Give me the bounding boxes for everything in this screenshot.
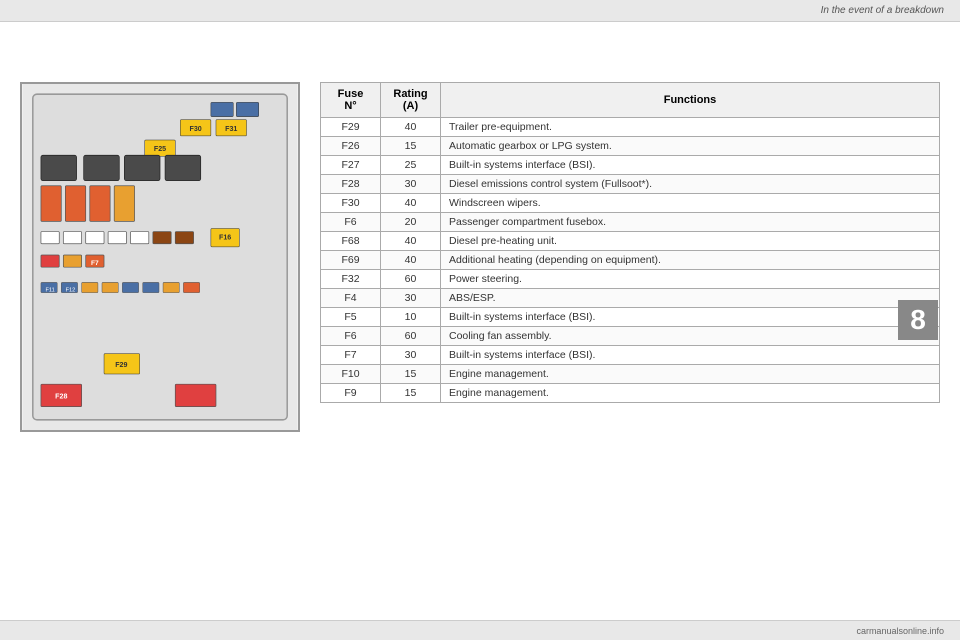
- cell-fuse: F32: [321, 270, 381, 289]
- cell-rating: 60: [381, 327, 441, 346]
- cell-function: Automatic gearbox or LPG system.: [441, 137, 940, 156]
- cell-fuse: F68: [321, 232, 381, 251]
- table-row: F660Cooling fan assembly.: [321, 327, 940, 346]
- cell-function: Passenger compartment fusebox.: [441, 213, 940, 232]
- col-header-rating: Rating(A): [381, 83, 441, 118]
- cell-function: Diesel emissions control system (Fullsoo…: [441, 175, 940, 194]
- fuse-box-diagram: F30 F31 F25 F16: [20, 82, 300, 432]
- table-row: F2615Automatic gearbox or LPG system.: [321, 137, 940, 156]
- cell-rating: 40: [381, 118, 441, 137]
- svg-text:F31: F31: [225, 125, 237, 133]
- table-row: F2725Built-in systems interface (BSI).: [321, 156, 940, 175]
- cell-fuse: F10: [321, 365, 381, 384]
- header-title: In the event of a breakdown: [821, 5, 944, 16]
- cell-function: Cooling fan assembly.: [441, 327, 940, 346]
- cell-rating: 10: [381, 308, 441, 327]
- svg-text:F11: F11: [45, 288, 54, 294]
- cell-rating: 40: [381, 251, 441, 270]
- cell-function: Additional heating (depending on equipme…: [441, 251, 940, 270]
- table-row: F510Built-in systems interface (BSI).: [321, 308, 940, 327]
- cell-fuse: F27: [321, 156, 381, 175]
- table-row: F1015Engine management.: [321, 365, 940, 384]
- col-header-fuse: FuseN°: [321, 83, 381, 118]
- table-row: F730Built-in systems interface (BSI).: [321, 346, 940, 365]
- section-number-badge: 8: [898, 300, 938, 340]
- cell-rating: 30: [381, 346, 441, 365]
- svg-text:F7: F7: [91, 260, 99, 267]
- cell-function: Engine management.: [441, 384, 940, 403]
- cell-function: Power steering.: [441, 270, 940, 289]
- header-bar: In the event of a breakdown: [0, 0, 960, 22]
- cell-function: Diesel pre-heating unit.: [441, 232, 940, 251]
- cell-rating: 60: [381, 270, 441, 289]
- table-row: F6940Additional heating (depending on eq…: [321, 251, 940, 270]
- svg-text:F30: F30: [189, 125, 201, 133]
- cell-rating: 20: [381, 213, 441, 232]
- cell-fuse: F26: [321, 137, 381, 156]
- cell-function: Built-in systems interface (BSI).: [441, 156, 940, 175]
- svg-text:F28: F28: [55, 392, 67, 400]
- table-row: F3260Power steering.: [321, 270, 940, 289]
- svg-text:F25: F25: [154, 145, 166, 153]
- cell-fuse: F69: [321, 251, 381, 270]
- table-row: F2830Diesel emissions control system (Fu…: [321, 175, 940, 194]
- table-row: F620Passenger compartment fusebox.: [321, 213, 940, 232]
- cell-rating: 40: [381, 194, 441, 213]
- cell-rating: 40: [381, 232, 441, 251]
- cell-fuse: F30: [321, 194, 381, 213]
- cell-fuse: F28: [321, 175, 381, 194]
- table-row: F2940Trailer pre-equipment.: [321, 118, 940, 137]
- cell-function: ABS/ESP.: [441, 289, 940, 308]
- cell-function: Built-in systems interface (BSI).: [441, 308, 940, 327]
- cell-function: Trailer pre-equipment.: [441, 118, 940, 137]
- cell-fuse: F5: [321, 308, 381, 327]
- fuse-table: FuseN° Rating(A) Functions F2940Trailer …: [320, 82, 940, 403]
- svg-text:F12: F12: [66, 288, 76, 294]
- cell-fuse: F29: [321, 118, 381, 137]
- cell-rating: 15: [381, 137, 441, 156]
- cell-rating: 25: [381, 156, 441, 175]
- footer-text: carmanualsonline.info: [856, 626, 944, 636]
- cell-fuse: F4: [321, 289, 381, 308]
- col-header-functions: Functions: [441, 83, 940, 118]
- svg-text:F16: F16: [219, 234, 231, 242]
- cell-function: Built-in systems interface (BSI).: [441, 346, 940, 365]
- cell-fuse: F6: [321, 213, 381, 232]
- cell-function: Windscreen wipers.: [441, 194, 940, 213]
- table-row: F3040Windscreen wipers.: [321, 194, 940, 213]
- cell-rating: 30: [381, 175, 441, 194]
- table-row: F430ABS/ESP.: [321, 289, 940, 308]
- cell-function: Engine management.: [441, 365, 940, 384]
- table-row: F915Engine management.: [321, 384, 940, 403]
- svg-text:F29: F29: [115, 361, 127, 369]
- table-area: FuseN° Rating(A) Functions F2940Trailer …: [320, 82, 940, 600]
- cell-rating: 30: [381, 289, 441, 308]
- cell-fuse: F7: [321, 346, 381, 365]
- main-content: F30 F31 F25 F16: [0, 22, 960, 620]
- cell-fuse: F9: [321, 384, 381, 403]
- cell-fuse: F6: [321, 327, 381, 346]
- table-row: F6840Diesel pre-heating unit.: [321, 232, 940, 251]
- cell-rating: 15: [381, 365, 441, 384]
- footer-bar: carmanualsonline.info: [0, 620, 960, 640]
- cell-rating: 15: [381, 384, 441, 403]
